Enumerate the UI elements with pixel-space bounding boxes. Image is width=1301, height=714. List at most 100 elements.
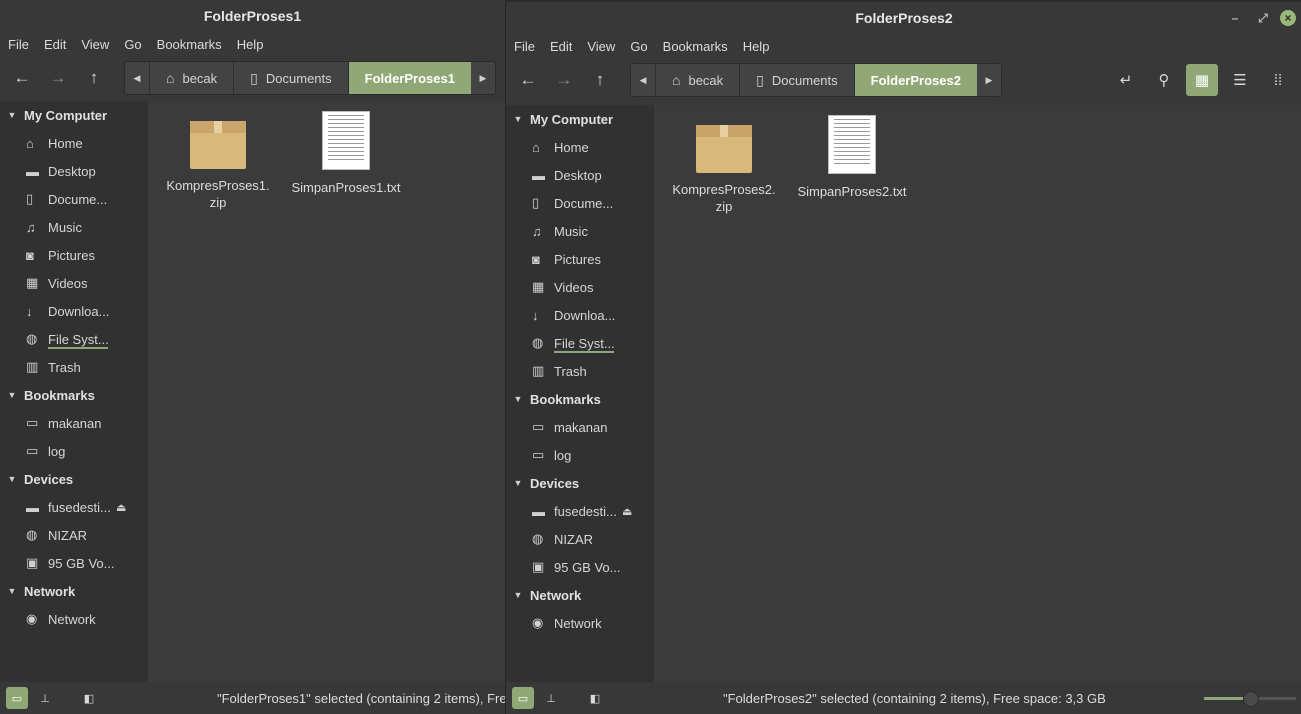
sidebar-item-home[interactable]: ⌂ Home [0,129,148,157]
zoom-slider[interactable] [1204,691,1296,707]
triangle-right-icon: ▶ [479,72,487,83]
menu-go[interactable]: Go [118,37,147,52]
minimize-button[interactable]: – [1224,8,1246,28]
breadcrumb-documents[interactable]: ▯ Documents [233,62,348,94]
sidebar-item-desktop[interactable]: ▬ Desktop [506,161,654,189]
breadcrumb-scroll-right[interactable]: ▶ [470,62,495,94]
list-view-button[interactable]: ☰ [1224,64,1256,96]
folder-icon: ▭ [532,447,545,462]
sidebar-item-downloads[interactable]: ↓ Downloa... [506,301,654,329]
maximize-button[interactable]: ⤢ [1252,8,1274,28]
section-my-computer[interactable]: ▼ My Computer [506,105,654,133]
sidebar-item-documents[interactable]: ▯ Docume... [0,185,148,213]
sidebar-item-network[interactable]: ◉ Network [0,605,148,633]
icon-view-button[interactable]: ▦ [1186,64,1218,96]
menu-bookmarks[interactable]: Bookmarks [151,37,228,52]
file-name: KompresProses1. zip [163,177,273,211]
file-item[interactable]: KompresProses2. zip [669,117,779,215]
sidebar-item-volume[interactable]: ▣ 95 GB Vo... [506,553,654,581]
sidebar-item-filesystem[interactable]: ◍ File Syst... [506,329,654,357]
sidebar-item-filesystem[interactable]: ◍ File Syst... [0,325,148,353]
compact-view-button[interactable]: ⁞⁞ [1262,64,1294,96]
text-file-icon [828,115,876,174]
section-bookmarks[interactable]: ▼ Bookmarks [0,381,148,409]
menu-help[interactable]: Help [737,39,776,54]
breadcrumb-current[interactable]: FolderProses2 [853,64,977,96]
menu-view[interactable]: View [75,37,115,52]
status-text: "FolderProses1" selected (containing 2 i… [217,690,505,706]
breadcrumb-documents[interactable]: ▯ Documents [739,64,854,96]
sidebar-icon: ◧ [589,692,601,705]
sidebar-item-desktop[interactable]: ▬ Desktop [0,157,148,185]
menu-file[interactable]: File [508,39,541,54]
sidebar-item-log[interactable]: ▭ log [506,441,654,469]
sidebar-toggle-button[interactable]: ◧ [584,687,606,709]
sidebar-item-fusedest[interactable]: ▬ fusedesti... ⏏ [0,493,148,521]
up-button[interactable]: ↑ [582,64,618,96]
menu-go[interactable]: Go [624,39,653,54]
section-bookmarks[interactable]: ▼ Bookmarks [506,385,654,413]
sidebar-item-music[interactable]: ♫ Music [506,217,654,245]
sidebar-item-downloads[interactable]: ↓ Downloa... [0,297,148,325]
forward-button[interactable]: → [546,64,582,96]
sidebar-item-network[interactable]: ◉ Network [506,609,654,637]
menu-bookmarks[interactable]: Bookmarks [657,39,734,54]
eject-icon[interactable]: ⏏ [622,505,632,518]
menu-view[interactable]: View [581,39,621,54]
globe-icon: ◉ [532,615,544,630]
sidebar-toggle-button[interactable]: ◧ [78,687,100,709]
file-item[interactable]: SimpanProses2.txt [797,115,907,200]
sidebar-item-makanan[interactable]: ▭ makanan [0,409,148,437]
sidebar-item-videos[interactable]: ▦ Videos [0,269,148,297]
tree-toggle-button[interactable]: ⊥ [34,687,56,709]
menu-edit[interactable]: Edit [544,39,578,54]
sidebar-item-log[interactable]: ▭ log [0,437,148,465]
file-view[interactable]: KompresProses1. zip SimpanProses1.txt [148,101,505,682]
sidebar-item-trash[interactable]: ▥ Trash [0,353,148,381]
sidebar-item-fusedest[interactable]: ▬ fusedesti... ⏏ [506,497,654,525]
sidebar-item-pictures[interactable]: ◙ Pictures [0,241,148,269]
menu-help[interactable]: Help [231,37,270,52]
breadcrumb-current[interactable]: FolderProses1 [347,62,471,94]
back-button[interactable]: ← [4,62,40,94]
menubar: File Edit View Go Bookmarks Help [0,32,505,56]
sidebar-item-documents[interactable]: ▯ Docume... [506,189,654,217]
sidebar-item-label: fusedesti... [48,499,111,515]
section-devices[interactable]: ▼ Devices [0,465,148,493]
archive-icon [696,125,752,173]
section-network[interactable]: ▼ Network [0,577,148,605]
section-devices[interactable]: ▼ Devices [506,469,654,497]
sidebar-item-trash[interactable]: ▥ Trash [506,357,654,385]
up-button[interactable]: ↑ [76,62,112,94]
menu-edit[interactable]: Edit [38,37,72,52]
back-button[interactable]: ← [510,64,546,96]
sidebar-item-nizar[interactable]: ◍ NIZAR [0,521,148,549]
breadcrumb-scroll-left[interactable]: ◀ [631,64,655,96]
breadcrumb-home[interactable]: ⌂ becak [655,64,740,96]
menu-file[interactable]: File [2,37,35,52]
search-button[interactable]: ⚲ [1148,64,1180,96]
eject-icon[interactable]: ⏏ [116,501,126,514]
sidebar-item-music[interactable]: ♫ Music [0,213,148,241]
forward-button[interactable]: → [40,62,76,94]
sidebar-item-pictures[interactable]: ◙ Pictures [506,245,654,273]
places-toggle-button[interactable]: ▭ [512,687,534,709]
file-view[interactable]: KompresProses2. zip SimpanProses2.txt [654,105,1301,682]
file-item[interactable]: KompresProses1. zip [163,113,273,211]
section-my-computer[interactable]: ▼ My Computer [0,101,148,129]
places-toggle-button[interactable]: ▭ [6,687,28,709]
tree-toggle-button[interactable]: ⊥ [540,687,562,709]
breadcrumb-scroll-right[interactable]: ▶ [976,64,1001,96]
sidebar-item-makanan[interactable]: ▭ makanan [506,413,654,441]
sidebar-item-nizar[interactable]: ◍ NIZAR [506,525,654,553]
sidebar-item-videos[interactable]: ▦ Videos [506,273,654,301]
breadcrumb-scroll-left[interactable]: ◀ [125,62,149,94]
zoom-handle[interactable] [1243,691,1259,707]
location-toggle-button[interactable]: ↵ [1110,64,1142,96]
section-network[interactable]: ▼ Network [506,581,654,609]
breadcrumb-home[interactable]: ⌂ becak [149,62,234,94]
file-item[interactable]: SimpanProses1.txt [291,111,401,196]
close-button[interactable]: × [1280,10,1296,26]
sidebar-item-home[interactable]: ⌂ Home [506,133,654,161]
sidebar-item-volume[interactable]: ▣ 95 GB Vo... [0,549,148,577]
